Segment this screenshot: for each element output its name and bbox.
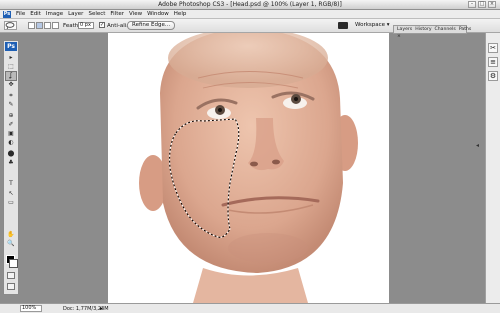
tab-layers[interactable]: Layers × — [397, 26, 412, 39]
zoom-tool-icon[interactable]: 🔍 — [6, 240, 16, 248]
menu-help[interactable]: Help — [174, 10, 187, 18]
menu-filter[interactable]: Filter — [110, 10, 124, 18]
tab-channels[interactable]: Channels — [435, 26, 456, 33]
screen-mode-button[interactable] — [7, 283, 15, 290]
face-photo — [139, 33, 358, 303]
tool-preset-picker[interactable] — [4, 21, 17, 30]
add-to-selection-mode[interactable] — [36, 22, 43, 29]
brush-tool-icon[interactable]: ✐ — [6, 121, 16, 129]
refine-edge-button[interactable]: Refine Edge... — [127, 21, 176, 30]
eraser-tool-icon[interactable]: ⬤ — [6, 150, 16, 158]
status-menu-arrow-icon[interactable]: ▸ — [100, 305, 103, 312]
menu-edit[interactable]: Edit — [30, 10, 41, 18]
new-selection-mode[interactable] — [28, 22, 35, 29]
menu-image[interactable]: Image — [46, 10, 63, 18]
antialias-checkbox[interactable]: ✓ — [99, 22, 105, 28]
layers-panel-icon[interactable]: ≡ — [488, 57, 498, 67]
move-tool-icon[interactable]: ▸ — [6, 54, 16, 62]
bridge-icon[interactable] — [338, 22, 348, 29]
path-selection-tool-icon[interactable]: ↖ — [6, 190, 16, 198]
zoom-input[interactable]: 100% — [20, 305, 42, 312]
marquee-tool-icon[interactable]: ⬚ — [6, 63, 16, 71]
intersect-selection-mode[interactable] — [52, 22, 59, 29]
tab-history[interactable]: History — [415, 26, 431, 33]
lasso-icon — [5, 22, 15, 30]
selection-mode-group — [28, 22, 59, 29]
settings-panel-icon[interactable]: ⚙ — [488, 71, 498, 81]
document-canvas[interactable] — [108, 33, 389, 303]
clone-stamp-tool-icon[interactable]: ▣ — [6, 130, 16, 138]
app-logo-icon: Ps — [3, 10, 11, 18]
toolbox: Ps ▸ ⬚ ʆ ✥ ⌗ ✎ ⊕ ✐ ▣ ◐ ⬤ ♣ T ↖ ▭ ✋ 🔍 — [3, 40, 19, 295]
quick-mask-button[interactable] — [7, 272, 15, 279]
tab-paths[interactable]: Paths — [459, 26, 472, 33]
workspace-dropdown[interactable]: Workspace ▾ — [355, 21, 390, 30]
shape-tool-icon[interactable]: ▭ — [6, 199, 16, 207]
background-color-swatch[interactable] — [9, 259, 18, 268]
window-controls: – □ × — [468, 1, 496, 8]
title-bar: Adobe Photoshop CS3 - [Head.psd @ 100% (… — [0, 0, 500, 10]
status-bar: 100% Doc: 1,77M/3,23M ▸ — [0, 303, 500, 313]
type-tool-icon[interactable]: T — [6, 180, 16, 188]
feather-input[interactable]: 0 px — [78, 22, 94, 29]
window-title: Adobe Photoshop CS3 - [Head.psd @ 100% (… — [158, 1, 342, 8]
lasso-tool-icon[interactable]: ʆ — [5, 71, 17, 81]
menu-layer[interactable]: Layer — [68, 10, 83, 18]
panel-tabs: Layers × History Channels Paths — [393, 25, 471, 39]
magic-wand-tool-icon[interactable]: ✥ — [6, 81, 16, 89]
gradient-tool-icon[interactable]: ♣ — [6, 159, 16, 167]
maximize-button[interactable]: □ — [478, 1, 486, 8]
menu-view[interactable]: View — [129, 10, 142, 18]
menu-file[interactable]: File — [16, 10, 25, 18]
healing-brush-tool-icon[interactable]: ⊕ — [6, 112, 16, 120]
subtract-selection-mode[interactable] — [44, 22, 51, 29]
ps-logo-icon: Ps — [5, 42, 17, 51]
slice-tool-icon[interactable]: ✎ — [6, 101, 16, 109]
right-panel-dock: ✂ ≡ ⚙ — [485, 33, 500, 303]
menu-select[interactable]: Select — [88, 10, 105, 18]
crop-tool-icon[interactable]: ⌗ — [6, 92, 16, 100]
menu-window[interactable]: Window — [147, 10, 169, 18]
history-brush-tool-icon[interactable]: ◐ — [6, 139, 16, 147]
menu-bar: Ps File Edit Image Layer Select Filter V… — [0, 10, 500, 19]
close-button[interactable]: × — [488, 1, 496, 8]
hand-tool-icon[interactable]: ✋ — [6, 231, 16, 239]
tools-presets-icon[interactable]: ✂ — [488, 43, 498, 53]
minimize-button[interactable]: – — [468, 1, 476, 8]
collapse-arrow-icon[interactable]: ◂ — [474, 142, 481, 149]
